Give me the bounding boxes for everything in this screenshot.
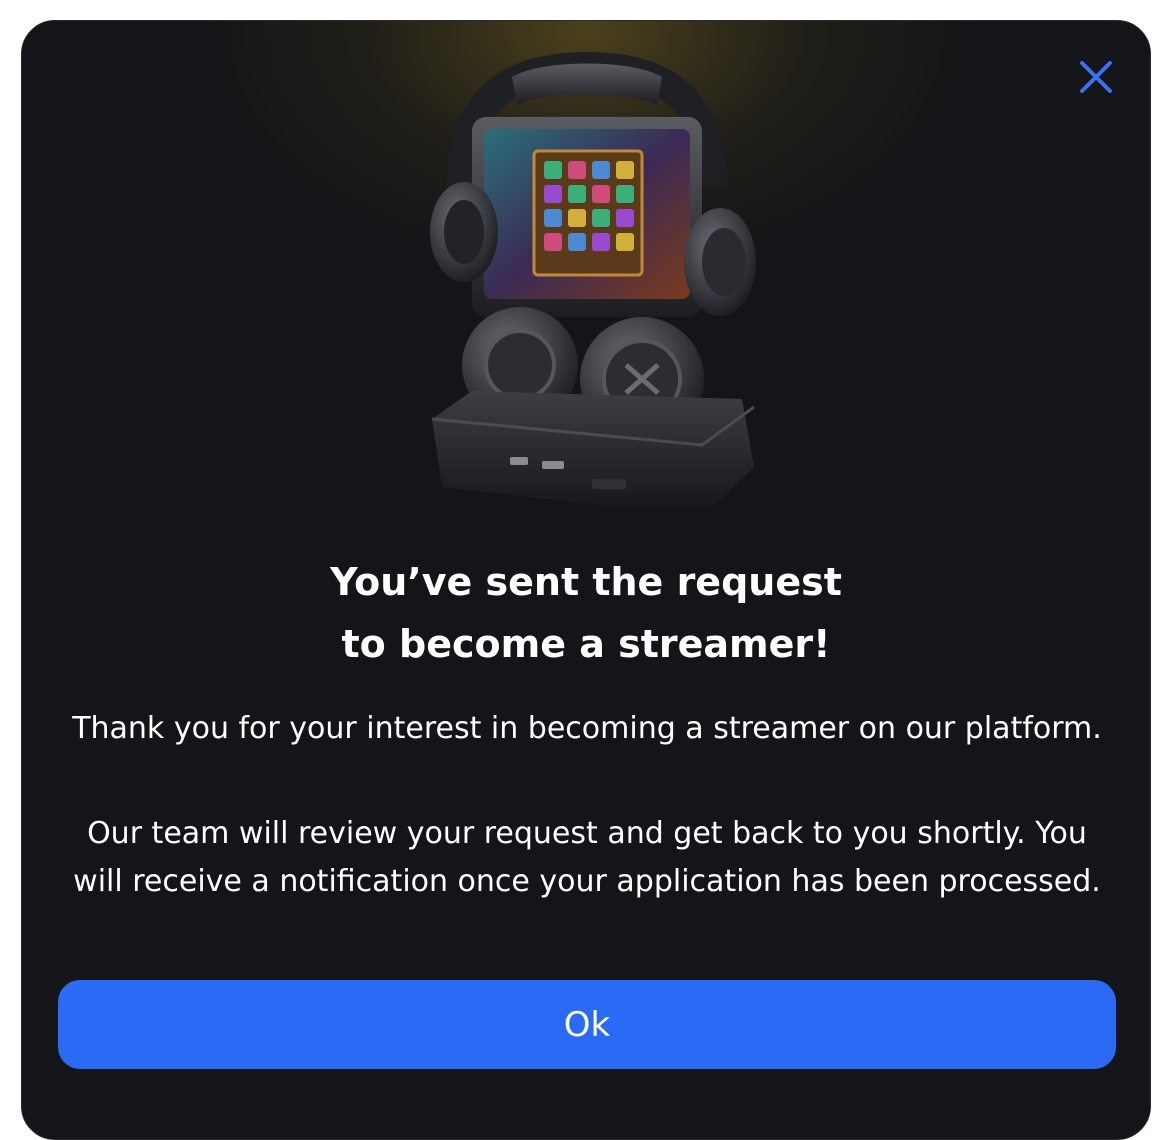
close-button[interactable] [1076,57,1116,97]
modal-title: You’ve sent the request to become a stre… [22,551,1150,675]
streamer-request-modal: You’ve sent the request to become a stre… [21,20,1151,1140]
review-paragraph: Our team will review your request and ge… [73,816,1101,899]
ok-button[interactable]: Ok [58,980,1116,1069]
modal-title-line-2: to become a streamer! [341,622,831,666]
thank-you-paragraph: Thank you for your interest in becoming … [72,711,1102,746]
streaming-console-illustration [430,51,756,507]
close-icon [1080,61,1112,93]
modal-title-line-1: You’ve sent the request [330,560,842,604]
